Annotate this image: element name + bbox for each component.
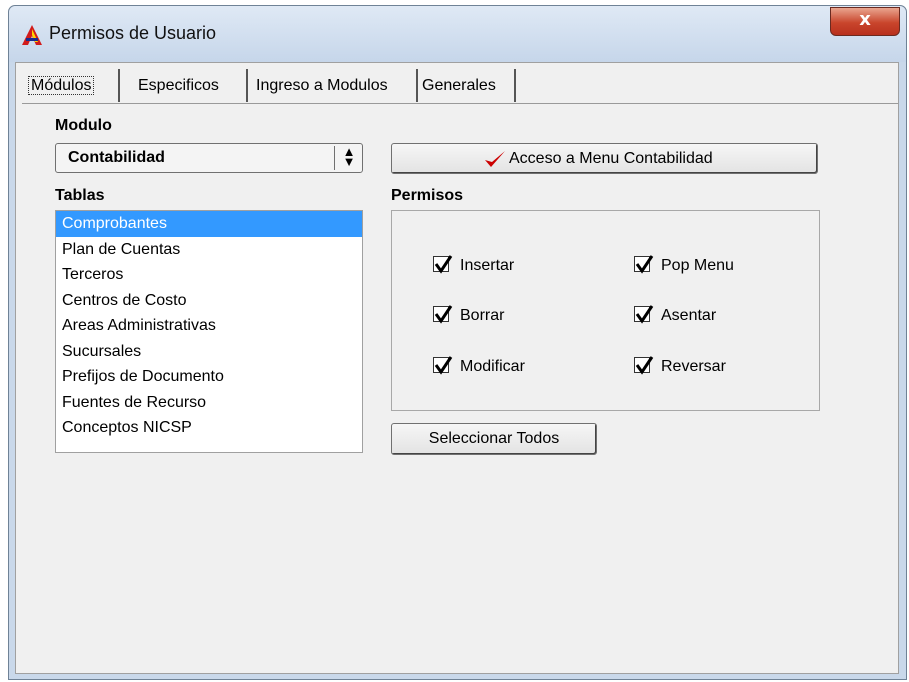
checkmark-icon (434, 305, 453, 324)
checkbox-label: Borrar (460, 307, 505, 324)
close-icon: x (859, 9, 871, 30)
list-item[interactable]: Prefijos de Documento (56, 364, 362, 390)
acceso-menu-label: Acceso a Menu Contabilidad (509, 150, 713, 167)
tablas-label: Tablas (55, 187, 105, 204)
checkbox-box (634, 356, 654, 375)
tab-label: Módulos (28, 76, 95, 95)
checkmark-icon (434, 356, 453, 375)
checkmark-icon (635, 305, 654, 324)
checkbox-label: Pop Menu (661, 257, 734, 274)
checkmark-icon (635, 255, 654, 274)
checkmark-icon (434, 255, 453, 274)
select-divider (334, 146, 335, 170)
checkbox-label: Asentar (661, 307, 717, 324)
tab-strip: Módulos Especificos Ingreso a Modulos Ge… (22, 69, 898, 104)
list-item[interactable]: Areas Administrativas (56, 313, 362, 339)
tab-label: Ingreso a Modulos (256, 77, 388, 94)
list-item[interactable]: Comprobantes (56, 211, 362, 237)
checkmark-icon (635, 356, 654, 375)
checkbox-box (433, 255, 453, 274)
checkbox-box (634, 305, 654, 324)
checkbox-label: Insertar (460, 257, 515, 274)
tab-generales[interactable]: Generales (418, 69, 516, 102)
modulo-select[interactable]: Contabilidad ▲ ▼ (55, 143, 363, 173)
checkbox-box (634, 255, 654, 274)
window-title: Permisos de Usuario (49, 23, 217, 43)
tablas-list[interactable]: Comprobantes Plan de Cuentas Terceros Ce… (55, 210, 363, 453)
close-button[interactable]: x (830, 7, 900, 36)
list-item[interactable]: Terceros (56, 262, 362, 288)
seleccionar-todos-button[interactable]: Seleccionar Todos (391, 423, 597, 455)
checkmark-icon (485, 151, 505, 167)
list-item[interactable]: Fuentes de Recurso (56, 390, 362, 416)
permisos-label: Permisos (391, 187, 464, 204)
app-logo-icon (22, 25, 42, 45)
modulo-label: Modulo (55, 117, 112, 134)
checkbox-label: Modificar (460, 358, 525, 375)
list-item[interactable]: Conceptos NICSP (56, 415, 362, 441)
tab-ingreso-a-modulos[interactable]: Ingreso a Modulos (248, 69, 418, 102)
permisos-group: Insertar Borrar Modificar Pop Menu Asent… (391, 210, 820, 411)
acceso-menu-button[interactable]: Acceso a Menu Contabilidad (391, 143, 818, 174)
checkbox-label: Reversar (661, 358, 726, 375)
tab-label: Especificos (138, 77, 219, 94)
checkbox-box (433, 305, 453, 324)
modulo-select-value: Contabilidad (68, 149, 165, 166)
list-item[interactable]: Centros de Costo (56, 288, 362, 314)
title-bar[interactable]: Permisos de Usuario x (9, 6, 906, 62)
tab-especificos[interactable]: Especificos (128, 69, 248, 102)
list-item[interactable]: Sucursales (56, 339, 362, 365)
updown-arrows-icon[interactable]: ▲ ▼ (340, 145, 358, 168)
tab-modulos[interactable]: Módulos (22, 69, 120, 102)
tab-label: Generales (422, 77, 496, 94)
checkbox-box (433, 356, 453, 375)
list-item[interactable]: Plan de Cuentas (56, 237, 362, 263)
